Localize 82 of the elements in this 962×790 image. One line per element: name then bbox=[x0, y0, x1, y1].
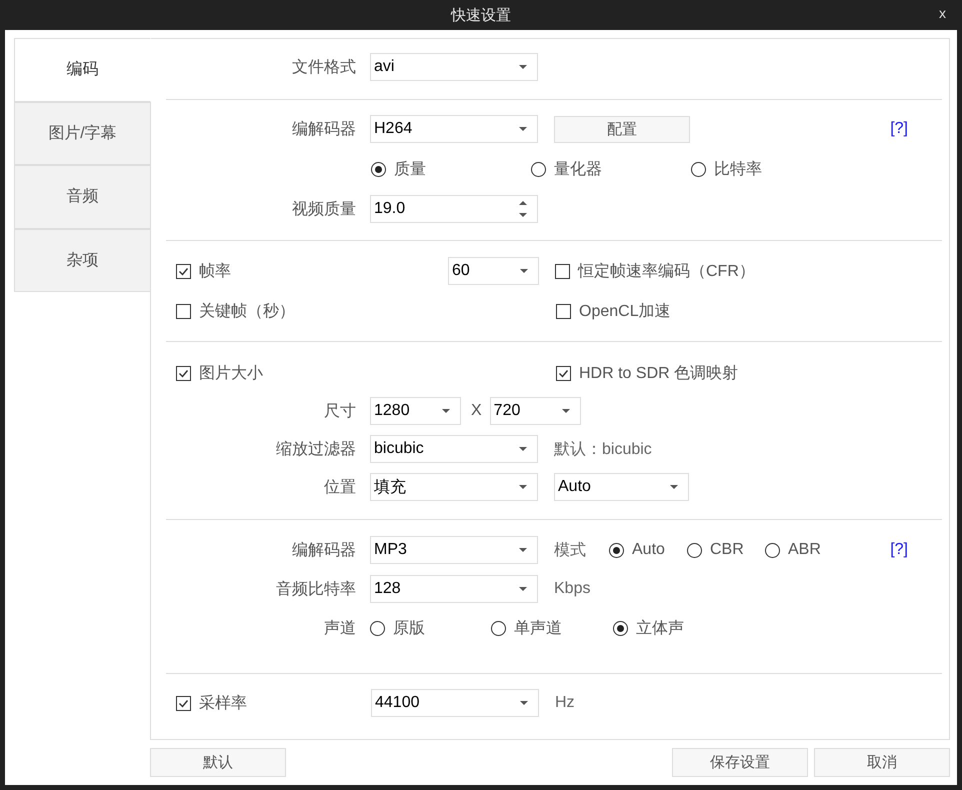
field-label: 模式 bbox=[554, 540, 587, 560]
caret-icon bbox=[562, 409, 570, 413]
radio-button[interactable] bbox=[687, 542, 702, 558]
radio-label: 原版 bbox=[393, 618, 425, 638]
field-label: 视频质量 bbox=[291, 200, 356, 220]
cancel-button[interactable]: 取消 bbox=[814, 748, 950, 777]
field-label: 缩放过滤器 bbox=[275, 440, 356, 460]
checkbox-label: 恒定帧速率编码（CFR） bbox=[578, 262, 755, 282]
spinner-arrows-icon bbox=[519, 199, 527, 219]
radio-button[interactable] bbox=[765, 542, 780, 558]
radio-button[interactable] bbox=[491, 620, 506, 636]
spin-box[interactable]: 19.0 bbox=[370, 195, 538, 223]
radio-label: Auto bbox=[632, 541, 665, 559]
unit-label: Hz bbox=[555, 694, 575, 712]
checkbox[interactable] bbox=[176, 304, 191, 318]
config-button[interactable]: 配置 bbox=[554, 116, 690, 142]
close-button[interactable]: x bbox=[937, 5, 948, 21]
help-link[interactable]: [?] bbox=[890, 120, 908, 138]
checkbox-label: 采样率 bbox=[199, 694, 247, 714]
sidebar-tab[interactable]: 图片/字幕 bbox=[14, 102, 150, 165]
checkbox[interactable] bbox=[556, 366, 571, 380]
checkbox-label: 帧率 bbox=[199, 262, 231, 282]
radio-button[interactable] bbox=[691, 162, 706, 176]
checkbox[interactable] bbox=[556, 304, 571, 318]
default-note: 默认：bicubic bbox=[554, 440, 652, 460]
radio-label: ABR bbox=[788, 541, 821, 559]
radio-button[interactable] bbox=[371, 162, 386, 176]
window-title: 快速设置 bbox=[451, 6, 511, 24]
radio-button[interactable] bbox=[370, 620, 385, 636]
radio-button[interactable] bbox=[609, 542, 624, 558]
unit-label: Kbps bbox=[554, 580, 590, 598]
save-button[interactable]: 保存设置 bbox=[672, 748, 808, 777]
radio-button[interactable] bbox=[613, 620, 628, 636]
caret-icon bbox=[519, 587, 527, 591]
checkbox-label: HDR to SDR 色调映射 bbox=[579, 364, 738, 384]
mode-dropdown[interactable]: Auto bbox=[554, 473, 689, 501]
caret-icon bbox=[442, 409, 450, 413]
bitrate-dropdown[interactable]: 128 bbox=[370, 575, 538, 603]
field-label: 编解码器 bbox=[291, 120, 356, 140]
caret-icon bbox=[519, 485, 527, 489]
radio-label: CBR bbox=[710, 541, 744, 559]
checkbox[interactable] bbox=[176, 264, 191, 278]
field-label: 音频比特率 bbox=[275, 580, 356, 600]
width-dropdown[interactable]: 1280 bbox=[370, 397, 461, 425]
caret-icon bbox=[519, 447, 527, 451]
field-label: 文件格式 bbox=[291, 58, 356, 78]
checkbox-label: 图片大小 bbox=[199, 364, 263, 384]
field-label: 声道 bbox=[323, 618, 356, 638]
checkbox[interactable] bbox=[176, 366, 191, 380]
checkbox[interactable] bbox=[176, 696, 191, 710]
format-dropdown[interactable]: avi bbox=[370, 53, 538, 81]
sidebar-tab[interactable]: 音频 bbox=[14, 165, 150, 228]
radio-label: 质量 bbox=[394, 160, 426, 180]
field-label: 尺寸 bbox=[323, 402, 356, 422]
sidebar-tab[interactable]: 编码 bbox=[14, 38, 151, 102]
height-dropdown[interactable]: 720 bbox=[490, 397, 581, 425]
checkbox-label: OpenCL加速 bbox=[579, 302, 671, 322]
default-button[interactable]: 默认 bbox=[150, 748, 286, 777]
position-dropdown[interactable]: 填充 bbox=[370, 473, 538, 501]
help-link[interactable]: [?] bbox=[890, 541, 908, 559]
caret-icon bbox=[520, 701, 528, 705]
field-label: 位置 bbox=[323, 478, 356, 498]
sidebar-tab[interactable]: 杂项 bbox=[14, 228, 150, 292]
sample-rate-dropdown[interactable]: 44100 bbox=[371, 689, 539, 717]
caret-icon bbox=[519, 65, 527, 69]
radio-label: 量化器 bbox=[554, 160, 602, 180]
size-separator: X bbox=[471, 402, 482, 420]
radio-label: 比特率 bbox=[714, 160, 762, 180]
caret-icon bbox=[519, 548, 527, 552]
framerate-dropdown[interactable]: 60 bbox=[448, 257, 539, 285]
caret-icon bbox=[519, 127, 527, 131]
radio-label: 单声道 bbox=[514, 618, 562, 638]
caret-icon bbox=[520, 269, 528, 273]
audio-codec-dropdown[interactable]: MP3 bbox=[370, 536, 538, 564]
checkbox[interactable] bbox=[555, 264, 570, 278]
checkbox-label: 关键帧（秒） bbox=[199, 302, 295, 322]
radio-label: 立体声 bbox=[636, 618, 684, 638]
caret-icon bbox=[670, 485, 678, 489]
filter-dropdown[interactable]: bicubic bbox=[370, 435, 538, 463]
radio-button[interactable] bbox=[531, 162, 546, 176]
codec-dropdown[interactable]: H264 bbox=[370, 115, 538, 143]
field-label: 编解码器 bbox=[291, 540, 356, 560]
